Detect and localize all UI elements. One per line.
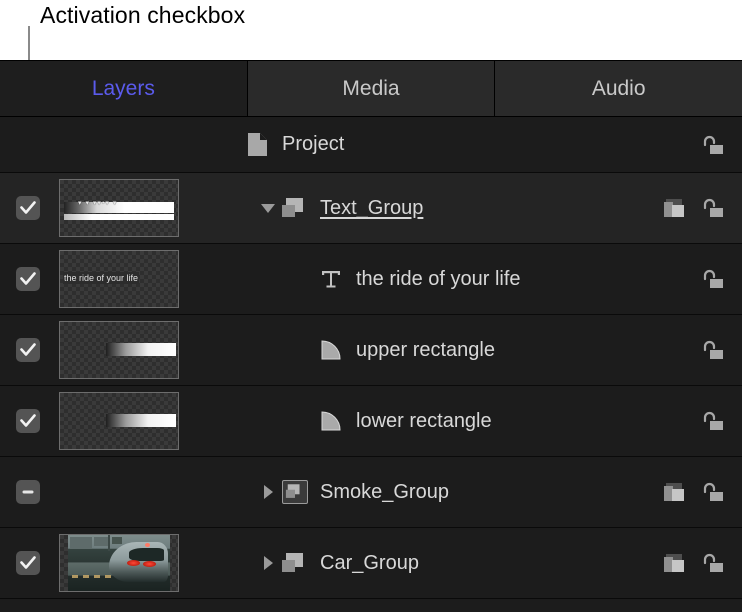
group-icon-smoke-group: [280, 479, 310, 505]
row-label-project: Project: [282, 133, 344, 156]
group-stack-icon[interactable]: [662, 551, 688, 575]
list-item-smoke-group[interactable]: Smoke_Group: [0, 457, 742, 528]
row-label-text-group[interactable]: Text_Group: [320, 197, 423, 220]
row-icons-lower-rectangle: [700, 409, 742, 433]
thumbnail-text-group: ▾ ▾ ▾▾•▾ ▾: [59, 179, 179, 237]
unlock-icon[interactable]: [700, 267, 726, 291]
row-label-car-group: Car_Group: [320, 552, 419, 575]
smoke-group-checkbox-indeterminate[interactable]: [16, 480, 40, 504]
unlock-icon[interactable]: [700, 409, 726, 433]
group-stack-icon[interactable]: [662, 196, 688, 220]
layer-checkbox[interactable]: [16, 267, 40, 291]
layers-panel: Layers Media Audio: [0, 60, 742, 612]
tab-media-label: Media: [342, 77, 399, 101]
checkbox-cell-car-group: [0, 551, 56, 575]
panel-tabbar: Layers Media Audio: [0, 61, 742, 117]
shape-icon: [316, 408, 346, 434]
list-item-upper-rectangle[interactable]: upper rectangle: [0, 315, 742, 386]
row-icons-car-group: [662, 551, 742, 575]
row-main-text-group: Text_Group: [182, 195, 662, 221]
tab-media[interactable]: Media: [248, 61, 496, 116]
list-item-text-group[interactable]: ▾ ▾ ▾▾•▾ ▾: [0, 173, 742, 244]
row-icons-the-ride-of-your-life: [700, 267, 742, 291]
row-icons-project: [700, 133, 742, 157]
thumbnail-text-content: the ride of your life: [63, 272, 139, 284]
thumbnail-lower-rectangle: [59, 392, 179, 450]
checkbox-cell-smoke-group: [0, 480, 56, 504]
thumbnail-cell-car-group: [56, 534, 182, 592]
disclosure-triangle-collapsed-smoke-group[interactable]: [256, 480, 280, 504]
row-main-the-ride-of-your-life: the ride of your life: [182, 266, 700, 292]
checkbox-cell-text-group: [0, 196, 56, 220]
annotation-label: Activation checkbox: [40, 2, 245, 29]
list-item-the-ride-of-your-life[interactable]: the ride of your life: [0, 244, 742, 315]
text-t-icon: [316, 266, 346, 292]
shape-icon: [316, 337, 346, 363]
car-group-checkbox[interactable]: [16, 551, 40, 575]
tab-audio-label: Audio: [592, 77, 646, 101]
checkbox-cell-upper-rectangle: [0, 338, 56, 362]
thumbnail-text-layer: the ride of your life: [59, 250, 179, 308]
row-icons-text-group: [662, 196, 742, 220]
disclosure-triangle-expanded-text-group[interactable]: [256, 196, 280, 220]
tab-audio[interactable]: Audio: [495, 61, 742, 116]
thumbnail-cell-text-group: ▾ ▾ ▾▾•▾ ▾: [56, 179, 182, 237]
checkbox-cell-lower-rectangle: [0, 409, 56, 433]
row-label-smoke-group: Smoke_Group: [320, 481, 449, 504]
unlock-icon[interactable]: [700, 551, 726, 575]
layers-list: Project: [0, 117, 742, 599]
row-main-smoke-group: Smoke_Group: [182, 479, 662, 505]
unlock-icon[interactable]: [700, 133, 726, 157]
disclosure-triangle-collapsed-car-group[interactable]: [256, 551, 280, 575]
unlock-icon[interactable]: [700, 338, 726, 362]
thumbnail-cell-upper-rectangle: [56, 321, 182, 379]
unlock-icon[interactable]: [700, 196, 726, 220]
group-stack-icon[interactable]: [662, 480, 688, 504]
tab-layers[interactable]: Layers: [0, 61, 248, 116]
layer-checkbox[interactable]: [16, 338, 40, 362]
list-item-car-group[interactable]: Car_Group: [0, 528, 742, 599]
row-label-upper-rectangle: upper rectangle: [356, 339, 495, 362]
layer-checkbox[interactable]: [16, 409, 40, 433]
thumbnail-car-group: [59, 534, 179, 592]
group-icon-text-group: [280, 195, 310, 221]
row-icons-smoke-group: [662, 480, 742, 504]
thumbnail-cell-the-ride-of-your-life: the ride of your life: [56, 250, 182, 308]
row-icons-upper-rectangle: [700, 338, 742, 362]
text-group-checkbox[interactable]: [16, 196, 40, 220]
row-main-project: Project: [182, 132, 700, 158]
thumbnail-upper-rectangle: [59, 321, 179, 379]
list-item-project[interactable]: Project: [0, 117, 742, 173]
row-label-lower-rectangle: lower rectangle: [356, 410, 492, 433]
list-item-lower-rectangle[interactable]: lower rectangle: [0, 386, 742, 457]
checkbox-cell-the-ride-of-your-life: [0, 267, 56, 291]
unlock-icon[interactable]: [700, 480, 726, 504]
row-main-car-group: Car_Group: [182, 550, 662, 576]
thumbnail-cell-lower-rectangle: [56, 392, 182, 450]
tab-layers-label: Layers: [92, 77, 155, 101]
row-label-the-ride-of-your-life: the ride of your life: [356, 268, 521, 291]
document-icon: [242, 132, 272, 158]
row-main-lower-rectangle: lower rectangle: [182, 408, 700, 434]
row-main-upper-rectangle: upper rectangle: [182, 337, 700, 363]
group-icon-car-group: [280, 550, 310, 576]
layers-panel-screenshot: Activation checkbox Layers Media Audio: [0, 0, 742, 612]
